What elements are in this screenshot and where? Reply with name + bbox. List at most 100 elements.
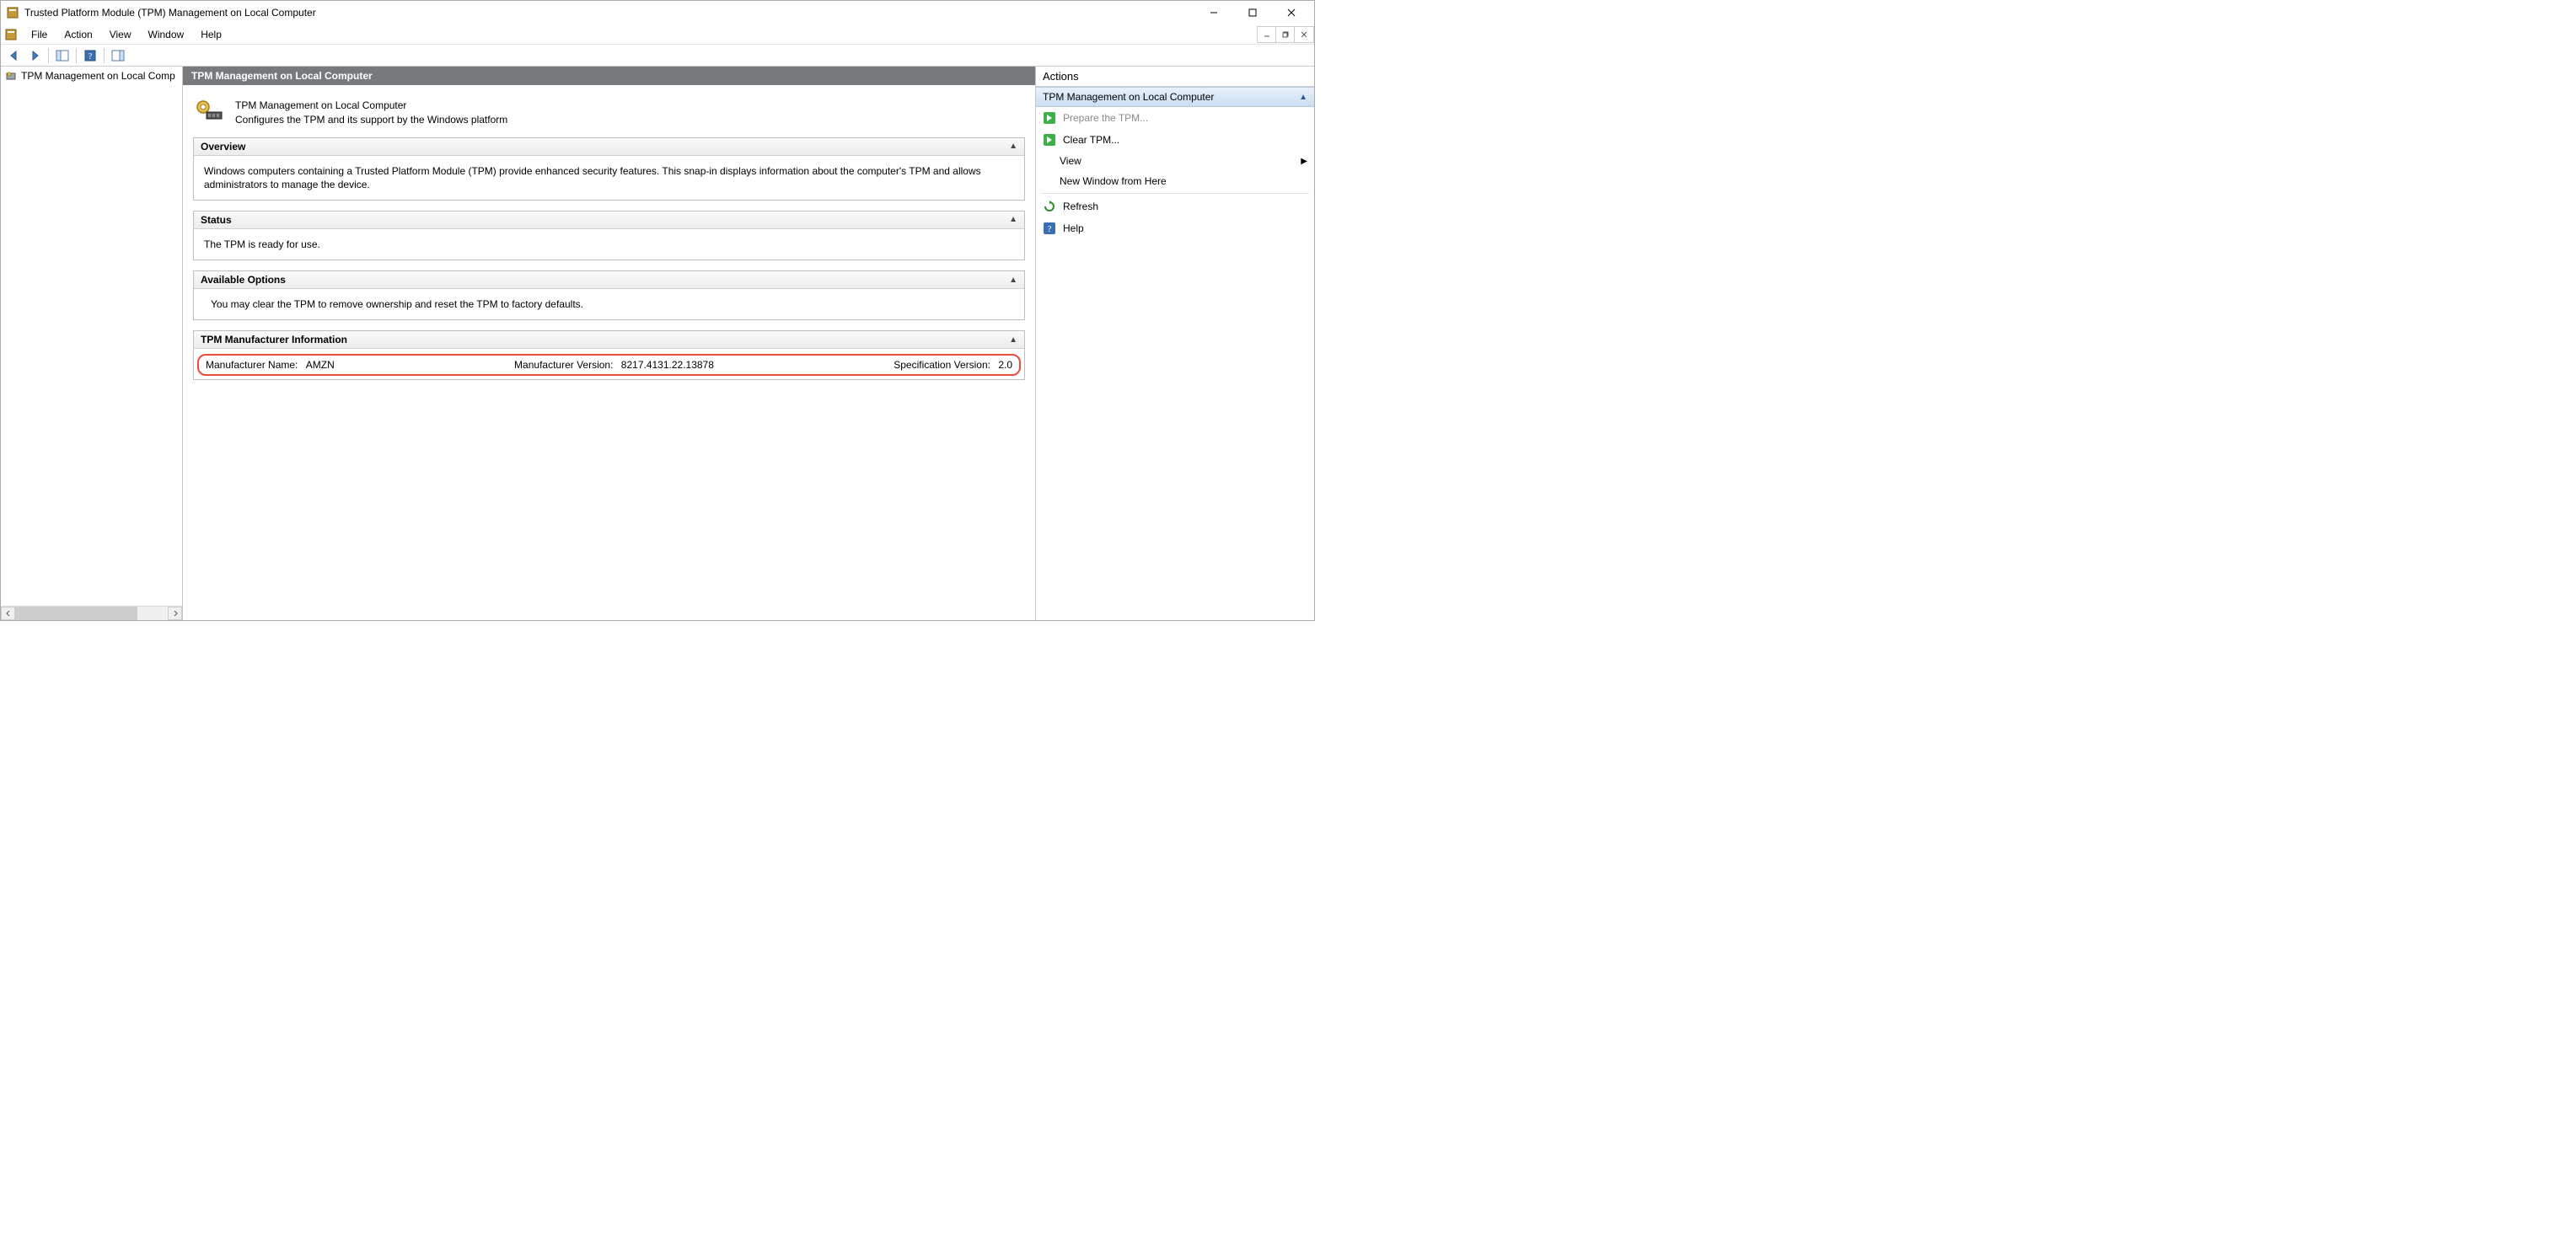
- menu-file[interactable]: File: [23, 27, 56, 42]
- menu-window[interactable]: Window: [140, 27, 193, 42]
- refresh-icon: [1043, 200, 1056, 213]
- collapse-caret-icon: ▲: [1009, 142, 1017, 151]
- action-label: Prepare the TPM...: [1063, 112, 1148, 124]
- toolbar: ?: [1, 45, 1314, 67]
- menubar: File Action View Window Help: [1, 24, 1314, 45]
- titlebar: Trusted Platform Module (TPM) Management…: [1, 1, 1314, 24]
- action-label: Help: [1063, 222, 1084, 234]
- section-title: Available Options: [201, 274, 286, 286]
- intro-title: TPM Management on Local Computer: [235, 99, 507, 113]
- section-overview-header[interactable]: Overview ▲: [194, 138, 1024, 156]
- mmc-window: Trusted Platform Module (TPM) Management…: [0, 0, 1315, 621]
- actions-pane: Actions TPM Management on Local Computer…: [1036, 67, 1314, 620]
- forward-button[interactable]: [24, 46, 45, 65]
- arrow-right-green-icon: [1043, 111, 1056, 125]
- mfr-spec-label: Specification Version:: [894, 359, 990, 371]
- section-title: TPM Manufacturer Information: [201, 334, 347, 345]
- tree-content: TPM Management on Local Comp: [1, 67, 182, 606]
- toolbar-separator: [48, 48, 49, 63]
- show-hide-tree-button[interactable]: [52, 46, 72, 65]
- action-label: Refresh: [1063, 201, 1098, 212]
- mfr-name-value: AMZN: [306, 359, 335, 371]
- section-available-options: Available Options ▲ You may clear the TP…: [193, 270, 1025, 320]
- back-button[interactable]: [4, 46, 24, 65]
- help-icon: ?: [1043, 222, 1056, 235]
- mdi-minimize-button[interactable]: [1258, 27, 1276, 42]
- collapse-caret-icon: ▲: [1299, 93, 1307, 102]
- menu-view[interactable]: View: [101, 27, 140, 42]
- tree-pane: TPM Management on Local Comp: [1, 67, 183, 620]
- action-label: Clear TPM...: [1063, 134, 1119, 146]
- scroll-thumb[interactable]: [15, 607, 137, 620]
- svg-text:?: ?: [89, 52, 93, 62]
- arrow-right-green-icon: [1043, 133, 1056, 147]
- mfr-spec: Specification Version: 2.0: [894, 359, 1012, 371]
- section-mfr-header[interactable]: TPM Manufacturer Information ▲: [194, 331, 1024, 349]
- actions-group-label: TPM Management on Local Computer: [1043, 91, 1214, 103]
- mdi-close-button[interactable]: [1295, 27, 1313, 42]
- mfr-name: Manufacturer Name: AMZN: [206, 359, 335, 371]
- collapse-caret-icon: ▲: [1009, 335, 1017, 345]
- center-header: TPM Management on Local Computer: [183, 67, 1035, 85]
- center-pane: TPM Management on Local Computer TPM Man…: [183, 67, 1036, 620]
- show-hide-action-pane-button[interactable]: [108, 46, 128, 65]
- tpm-key-icon: [195, 99, 225, 122]
- action-refresh[interactable]: Refresh: [1036, 195, 1314, 217]
- toolbar-separator: [76, 48, 77, 63]
- action-help[interactable]: ? Help: [1036, 217, 1314, 239]
- tpm-chip-icon: [4, 69, 18, 83]
- menu-help[interactable]: Help: [192, 27, 230, 42]
- mdi-restore-button[interactable]: [1276, 27, 1295, 42]
- actions-group-header[interactable]: TPM Management on Local Computer ▲: [1036, 87, 1314, 107]
- center-body: TPM Management on Local Computer Configu…: [183, 85, 1035, 620]
- section-title: Overview: [201, 141, 245, 153]
- tree-node-tpm-root[interactable]: TPM Management on Local Comp: [1, 68, 182, 83]
- mdi-window-controls: [1257, 26, 1314, 43]
- action-label: New Window from Here: [1060, 175, 1167, 187]
- section-overview: Overview ▲ Windows computers containing …: [193, 137, 1025, 201]
- mfr-name-label: Manufacturer Name:: [206, 359, 298, 371]
- collapse-caret-icon: ▲: [1009, 276, 1017, 285]
- section-status-header[interactable]: Status ▲: [194, 211, 1024, 229]
- app-icon: [6, 6, 19, 19]
- action-divider: [1041, 193, 1309, 194]
- menu-action[interactable]: Action: [56, 27, 100, 42]
- mfr-version: Manufacturer Version: 8217.4131.22.13878: [335, 359, 894, 371]
- action-label: View: [1060, 155, 1081, 167]
- action-view-submenu[interactable]: View ▶: [1036, 151, 1314, 171]
- intro-subtitle: Configures the TPM and its support by th…: [235, 113, 507, 127]
- chevron-right-icon: ▶: [1301, 157, 1307, 166]
- window-title: Trusted Platform Module (TPM) Management…: [24, 7, 1194, 19]
- action-prepare-tpm[interactable]: Prepare the TPM...: [1036, 107, 1314, 129]
- section-status-body: The TPM is ready for use.: [194, 229, 1024, 260]
- collapse-caret-icon: ▲: [1009, 215, 1017, 224]
- maximize-button[interactable]: [1233, 1, 1272, 24]
- mdi-app-icon: [4, 28, 18, 41]
- actions-pane-title: Actions: [1036, 67, 1314, 87]
- help-button[interactable]: ?: [80, 46, 100, 65]
- scroll-right-arrow[interactable]: [168, 607, 182, 620]
- tree-node-label: TPM Management on Local Comp: [21, 70, 175, 82]
- intro-text: TPM Management on Local Computer Configu…: [235, 99, 507, 127]
- section-options-header[interactable]: Available Options ▲: [194, 271, 1024, 289]
- scroll-track[interactable]: [15, 607, 168, 620]
- section-status: Status ▲ The TPM is ready for use.: [193, 211, 1025, 260]
- body: TPM Management on Local Comp TPM Managem…: [1, 67, 1314, 620]
- section-title: Status: [201, 214, 232, 226]
- section-manufacturer-info: TPM Manufacturer Information ▲ Manufactu…: [193, 330, 1025, 380]
- close-button[interactable]: [1272, 1, 1311, 24]
- intro-block: TPM Management on Local Computer Configu…: [193, 94, 1025, 137]
- mfr-spec-value: 2.0: [998, 359, 1012, 371]
- svg-text:?: ?: [1048, 224, 1052, 234]
- minimize-button[interactable]: [1194, 1, 1233, 24]
- tree-horizontal-scrollbar[interactable]: [1, 606, 182, 620]
- action-new-window[interactable]: New Window from Here: [1036, 171, 1314, 191]
- mfr-version-value: 8217.4131.22.13878: [621, 359, 714, 371]
- scroll-left-arrow[interactable]: [1, 607, 15, 620]
- manufacturer-info-row: Manufacturer Name: AMZN Manufacturer Ver…: [197, 354, 1021, 376]
- toolbar-separator: [104, 48, 105, 63]
- action-clear-tpm[interactable]: Clear TPM...: [1036, 129, 1314, 151]
- section-overview-body: Windows computers containing a Trusted P…: [194, 156, 1024, 200]
- mfr-version-label: Manufacturer Version:: [514, 359, 613, 371]
- section-options-body: You may clear the TPM to remove ownershi…: [194, 289, 1024, 319]
